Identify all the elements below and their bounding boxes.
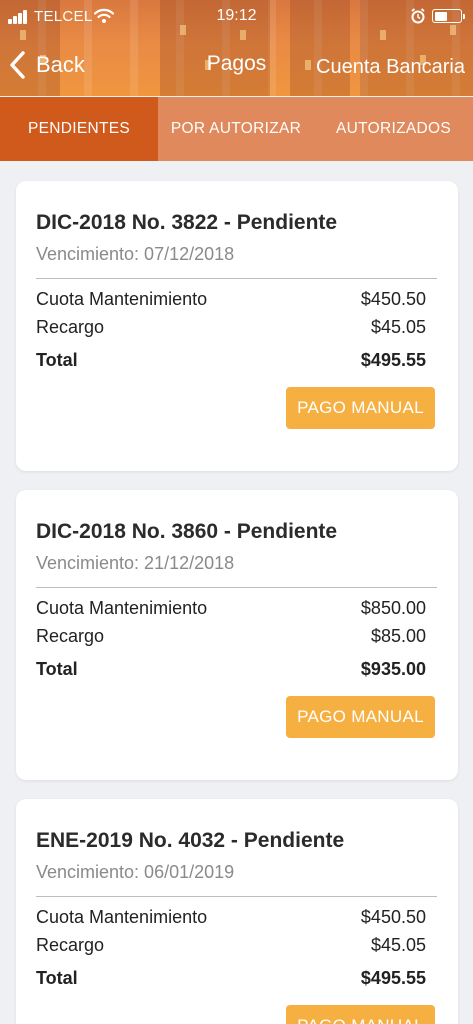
total-label: Total: [36, 968, 78, 988]
fee-value: $450.50: [360, 289, 426, 309]
payment-title: ENE-2019 No. 4032 - Pendiente: [36, 829, 345, 852]
alarm-icon: [411, 8, 425, 24]
navigation-bar: Back Pagos Cuenta Bancaria: [0, 40, 473, 90]
surcharge-row: Recargo $85.00: [36, 626, 426, 647]
payment-title: DIC-2018 No. 3860 - Pendiente: [36, 520, 338, 543]
manual-payment-button[interactable]: PAGO MANUAL: [286, 696, 435, 738]
total-row: Total $495.55: [36, 968, 426, 989]
total-row: Total $495.55: [36, 350, 426, 371]
total-value: $935.00: [360, 659, 426, 679]
payment-title: DIC-2018 No. 3822 - Pendiente: [36, 211, 338, 234]
fee-row: Cuota Mantenimiento $450.50: [36, 907, 426, 928]
divider: [36, 896, 437, 897]
payment-card: ENE-2019 No. 4032 - Pendiente Vencimient…: [16, 799, 458, 1024]
payment-card: DIC-2018 No. 3822 - Pendiente Vencimient…: [16, 181, 458, 471]
tab-por-autorizar[interactable]: POR AUTORIZAR: [158, 97, 314, 161]
manual-payment-button[interactable]: PAGO MANUAL: [286, 387, 435, 429]
surcharge-label: Recargo: [36, 626, 105, 646]
surcharge-value: $45.05: [370, 935, 426, 955]
status-time: 19:12: [216, 7, 257, 24]
tab-pendientes[interactable]: PENDIENTES: [0, 97, 158, 161]
manual-payment-button[interactable]: PAGO MANUAL: [286, 1005, 435, 1024]
payment-due-date: Vencimiento: 07/12/2018: [36, 244, 235, 264]
surcharge-label: Recargo: [36, 935, 105, 955]
total-label: Total: [36, 659, 78, 679]
divider: [36, 587, 437, 588]
surcharge-value: $85.00: [370, 626, 426, 646]
payment-due-date: Vencimiento: 21/12/2018: [36, 553, 235, 573]
surcharge-row: Recargo $45.05: [36, 935, 426, 956]
surcharge-row: Recargo $45.05: [36, 317, 426, 338]
payment-card: DIC-2018 No. 3860 - Pendiente Vencimient…: [16, 490, 458, 780]
status-bar: TELCEL 19:12: [0, 0, 473, 32]
fee-label: Cuota Mantenimiento: [36, 289, 208, 309]
total-value: $495.55: [360, 350, 426, 370]
total-label: Total: [36, 350, 78, 370]
divider: [36, 278, 437, 279]
bank-account-button[interactable]: Cuenta Bancaria: [316, 56, 465, 79]
fee-value: $850.00: [360, 598, 426, 618]
surcharge-label: Recargo: [36, 317, 105, 337]
total-value: $495.55: [360, 968, 426, 988]
fee-value: $450.50: [360, 907, 426, 927]
surcharge-value: $45.05: [370, 317, 426, 337]
fee-row: Cuota Mantenimiento $850.00: [36, 598, 426, 619]
tab-autorizados[interactable]: AUTORIZADOS: [314, 97, 473, 161]
fee-label: Cuota Mantenimiento: [36, 907, 208, 927]
payment-due-date: Vencimiento: 06/01/2019: [36, 862, 235, 882]
tab-bar: PENDIENTES POR AUTORIZAR AUTORIZADOS: [0, 97, 473, 161]
total-row: Total $935.00: [36, 659, 426, 680]
fee-label: Cuota Mantenimiento: [36, 598, 208, 618]
fee-row: Cuota Mantenimiento $450.50: [36, 289, 426, 310]
battery-icon: [432, 9, 465, 23]
